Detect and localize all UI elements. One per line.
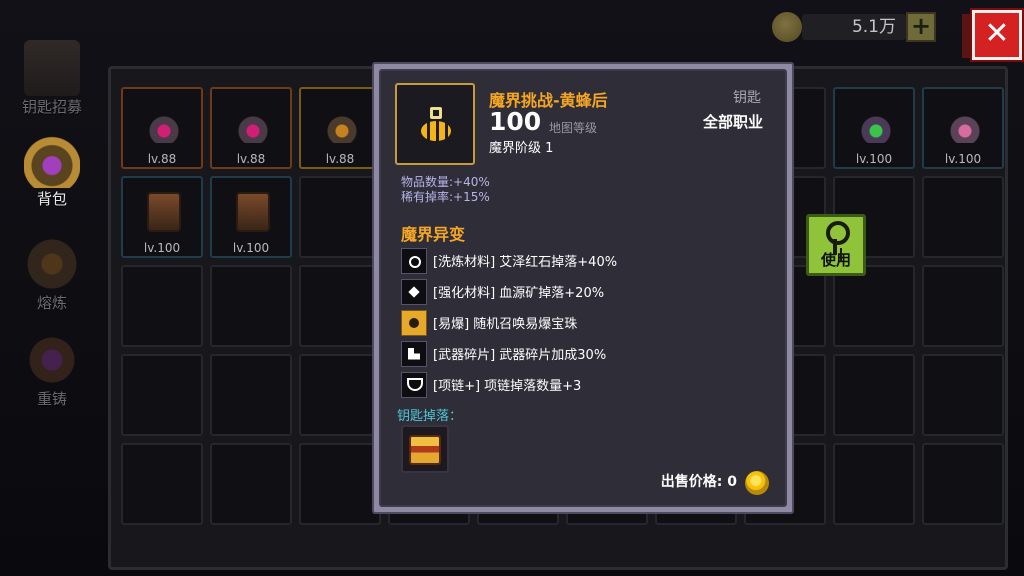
inventory-slot[interactable]: lv.88 — [210, 87, 292, 169]
use-button[interactable]: 使用 — [806, 214, 866, 276]
add-currency-button[interactable]: + — [906, 12, 936, 42]
item-level: lv.100 — [855, 152, 893, 166]
inventory-slot[interactable]: lv.100 — [922, 87, 1004, 169]
inventory-slot[interactable] — [210, 265, 292, 347]
key-item-icon — [147, 103, 181, 143]
nav-reforge-label: 重铸 — [36, 390, 67, 408]
mutations-list: [洗炼材料] 艾泽红石掉落+40% [强化材料] 血源矿掉落+20% [易爆] 随机… — [401, 245, 781, 400]
key-item-icon — [325, 103, 359, 143]
mutations-title: 魔界异变 — [401, 225, 466, 244]
item-level: lv.100 — [232, 241, 270, 255]
key-item-icon — [236, 192, 270, 232]
bee-key-icon — [421, 107, 451, 141]
mutation-text: [武器碎片] 武器碎片加成30% — [433, 348, 607, 363]
item-thumbnail — [395, 83, 475, 165]
inventory-slot[interactable] — [210, 443, 292, 525]
inventory-slot[interactable] — [210, 354, 292, 436]
key-icon — [824, 221, 850, 255]
item-level: lv.100 — [143, 241, 181, 255]
stat-item-quantity: 物品数量:+40% — [401, 175, 490, 189]
enhance-icon — [401, 278, 427, 305]
currency-amount: 5.1万 — [802, 14, 906, 40]
backpack-icon — [24, 132, 80, 188]
shard-icon — [401, 340, 427, 367]
inventory-slot[interactable]: lv.100 — [833, 87, 915, 169]
reforge-icon — [24, 332, 80, 388]
necklace-icon — [401, 371, 427, 398]
demon-tier: 魔界阶级 1 — [489, 141, 554, 156]
treasure-chest-icon — [409, 435, 441, 465]
inventory-slot[interactable] — [299, 176, 381, 258]
mutation-row: [强化材料] 血源矿掉落+20% — [401, 276, 781, 307]
inventory-slot[interactable] — [121, 265, 203, 347]
nav-keys-recruit[interactable]: 钥匙招募 — [10, 40, 94, 117]
refine-icon — [401, 247, 427, 274]
item-stats: 物品数量:+40% 稀有掉率:+15% — [401, 175, 490, 205]
item-level: lv.88 — [147, 152, 177, 166]
mutation-row: [易爆] 随机召唤易爆宝珠 — [401, 307, 781, 338]
nav-backpack-label: 背包 — [36, 190, 67, 208]
item-tooltip: 魔界挑战-黄蜂后 100 地图等级 魔界阶级 1 钥匙 全部职业 物品数量:+4… — [372, 62, 794, 514]
explode-icon — [401, 309, 427, 336]
inventory-slot[interactable] — [922, 354, 1004, 436]
gold-coin-icon — [745, 471, 769, 495]
mutation-row: [武器碎片] 武器碎片加成30% — [401, 338, 781, 369]
close-button[interactable]: ✕ — [972, 10, 1022, 60]
inventory-slot[interactable] — [299, 354, 381, 436]
inventory-slot[interactable]: lv.100 — [210, 176, 292, 258]
mutation-text: [洗炼材料] 艾泽红石掉落+40% — [433, 255, 618, 270]
inventory-slot[interactable] — [121, 354, 203, 436]
inventory-slot[interactable]: lv.88 — [121, 87, 203, 169]
key-recruit-icon — [24, 40, 80, 96]
inventory-slot[interactable] — [922, 176, 1004, 258]
mutation-text: [强化材料] 血源矿掉落+20% — [433, 286, 605, 301]
mutation-text: [项链+] 项链掉落数量+3 — [433, 379, 582, 394]
key-item-icon — [147, 192, 181, 232]
key-item-icon — [948, 103, 982, 143]
inventory-slot[interactable] — [922, 265, 1004, 347]
inventory-slot[interactable] — [922, 443, 1004, 525]
nav-smelt-label: 熔炼 — [36, 294, 67, 312]
nav-keys-recruit-label: 钥匙招募 — [21, 98, 82, 116]
currency-bar: 5.1万 + — [772, 10, 938, 42]
mutation-row: [洗炼材料] 艾泽红石掉落+40% — [401, 245, 781, 276]
key-item-icon — [236, 103, 270, 143]
item-type: 钥匙 — [733, 90, 761, 106]
stat-rare-drop: 稀有掉率:+15% — [401, 190, 490, 204]
smelt-icon — [24, 236, 80, 292]
key-item-icon — [859, 103, 893, 143]
mutation-text: [易爆] 随机召唤易爆宝珠 — [433, 317, 578, 332]
inventory-slot[interactable] — [121, 443, 203, 525]
drop-item-slot[interactable] — [401, 425, 449, 473]
nav-backpack[interactable]: 背包 — [10, 132, 94, 209]
nav-smelt[interactable]: 熔炼 — [10, 236, 94, 313]
map-level-label: 地图等级 — [549, 121, 598, 135]
item-level: lv.88 — [236, 152, 266, 166]
gold-coin-icon — [772, 12, 802, 42]
tooltip-body: 魔界挑战-黄蜂后 100 地图等级 魔界阶级 1 钥匙 全部职业 物品数量:+4… — [379, 69, 787, 507]
inventory-slot[interactable] — [833, 354, 915, 436]
inventory-slot[interactable] — [833, 443, 915, 525]
inventory-slot[interactable]: lv.88 — [299, 87, 381, 169]
nav-reforge[interactable]: 重铸 — [10, 332, 94, 409]
item-classes: 全部职业 — [702, 113, 763, 131]
item-level: lv.100 — [944, 152, 982, 166]
inventory-slot[interactable] — [299, 265, 381, 347]
mutation-row: [项链+] 项链掉落数量+3 — [401, 369, 781, 400]
inventory-slot[interactable]: lv.100 — [121, 176, 203, 258]
map-level: 100 — [489, 107, 542, 136]
item-level: lv.88 — [325, 152, 355, 166]
inventory-slot[interactable] — [299, 443, 381, 525]
sell-price: 出售价格: 0 — [660, 474, 737, 490]
key-drop-title: 钥匙掉落： — [397, 409, 463, 424]
inventory-slot[interactable] — [833, 265, 915, 347]
